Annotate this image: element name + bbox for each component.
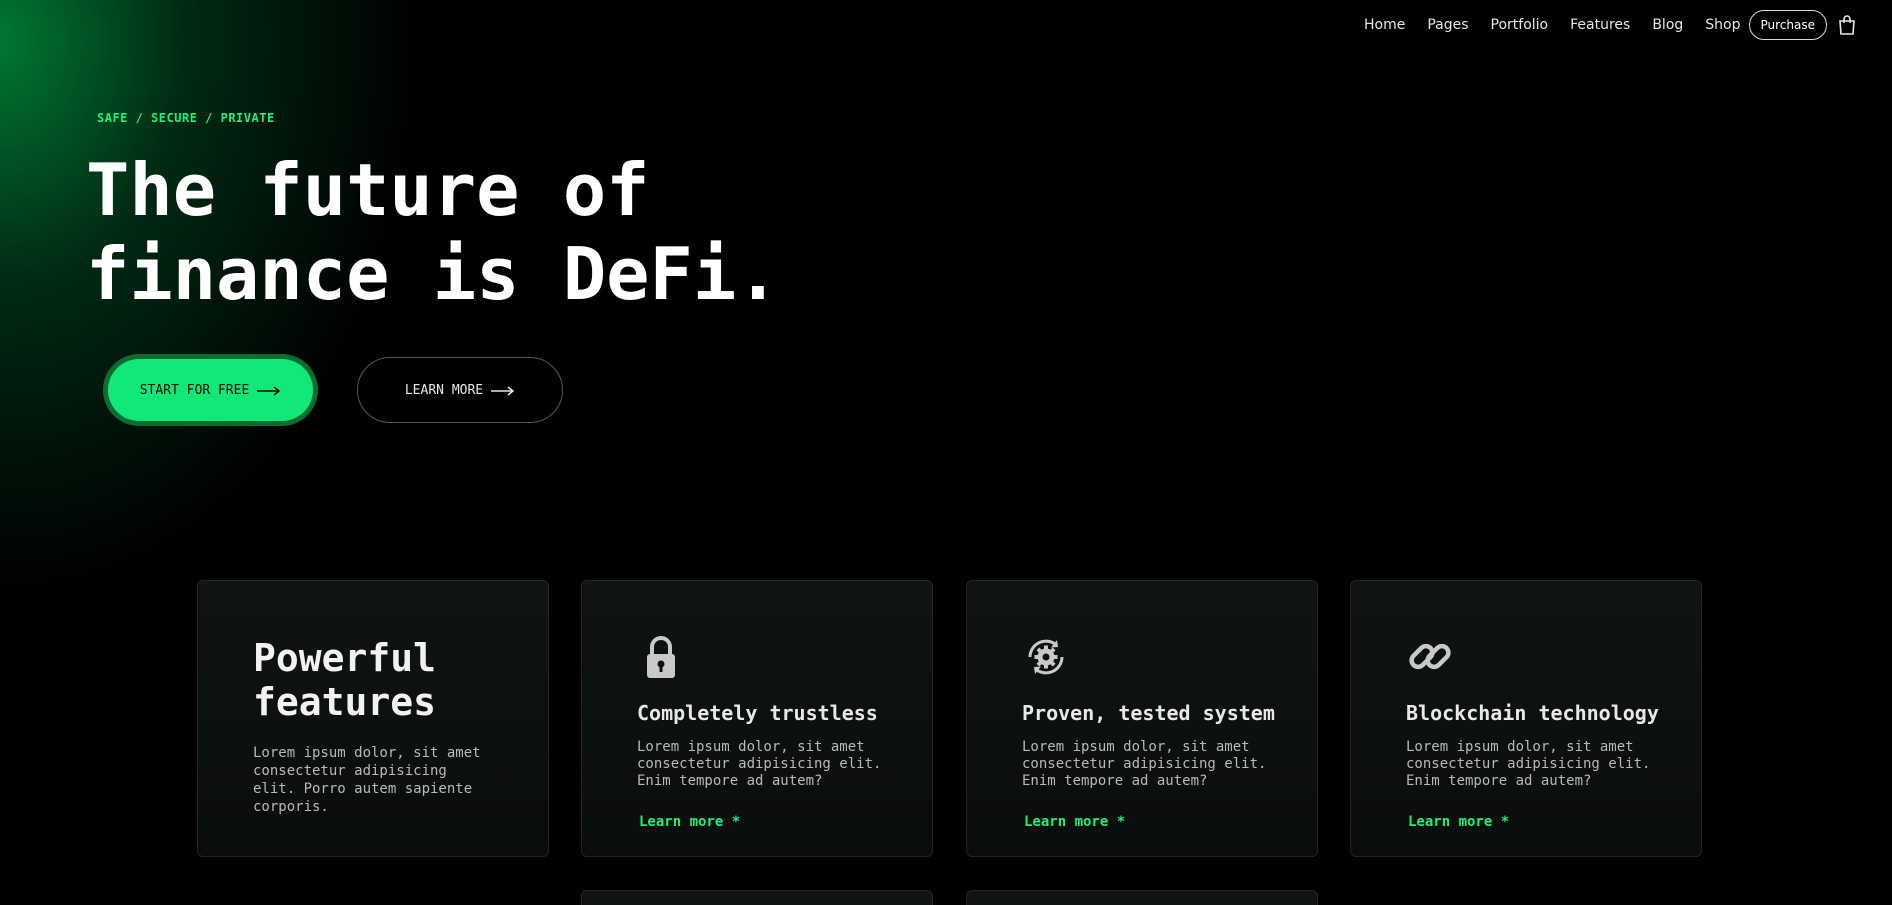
purchase-button[interactable]: Purchase [1748, 10, 1827, 40]
features-heading-line2: features [253, 680, 437, 724]
landing-page: Home Pages Portfolio Features Blog Shop … [0, 0, 1892, 905]
lock-icon [637, 633, 685, 681]
feature-card-partial [581, 890, 933, 905]
learn-more-button[interactable]: LEARN MORE [357, 357, 563, 423]
learn-more-link[interactable]: Learn more * [1408, 814, 1509, 830]
hero-title-line1: The future of [86, 148, 650, 232]
feature-card-trustless: Completely trustless Lorem ipsum dolor, … [581, 580, 933, 857]
features-description: Lorem ipsum dolor, sit amet consectetur … [253, 745, 481, 815]
start-for-free-button-face: START FOR FREE [108, 359, 313, 421]
hero-title-line2: finance is DeFi. [86, 232, 780, 316]
learn-more-link[interactable]: Learn more * [639, 814, 740, 830]
feature-card-description: Lorem ipsum dolor, sit amet consectetur … [1406, 739, 1651, 789]
start-for-free-button[interactable]: START FOR FREE [103, 354, 318, 426]
nav-blog[interactable]: Blog [1652, 17, 1683, 33]
arrow-right-icon [257, 385, 281, 396]
learn-more-label: LEARN MORE [404, 382, 484, 398]
start-for-free-label: START FOR FREE [139, 382, 250, 398]
features-heading-line1: Powerful [253, 636, 437, 680]
feature-card-blockchain: Blockchain technology Lorem ipsum dolor,… [1350, 580, 1702, 857]
top-nav: Home Pages Portfolio Features Blog Shop … [1364, 10, 1856, 40]
features-heading: Powerful features [253, 636, 513, 724]
feature-card-title: Completely trustless [637, 701, 878, 725]
feature-card-partial [966, 890, 1318, 905]
features-intro-card: Powerful features Lorem ipsum dolor, sit… [197, 580, 549, 857]
learn-more-link[interactable]: Learn more * [1024, 814, 1125, 830]
feature-card-description: Lorem ipsum dolor, sit amet consectetur … [637, 739, 882, 789]
nav-home[interactable]: Home [1364, 17, 1405, 33]
arrow-right-icon [491, 385, 515, 396]
feature-card-title: Blockchain technology [1406, 701, 1659, 725]
nav-pages[interactable]: Pages [1427, 17, 1468, 33]
feature-card-title: Proven, tested system [1022, 701, 1275, 725]
nav-portfolio[interactable]: Portfolio [1491, 17, 1549, 33]
shopping-bag-icon[interactable] [1838, 15, 1856, 35]
chain-link-icon [1406, 633, 1454, 681]
hero-title: The future of finance is DeFi. [86, 148, 846, 316]
feature-card-tested: Proven, tested system Lorem ipsum dolor,… [966, 580, 1318, 857]
hero-tagline: SAFE / SECURE / PRIVATE [97, 111, 275, 125]
feature-card-description: Lorem ipsum dolor, sit amet consectetur … [1022, 739, 1267, 789]
nav-shop[interactable]: Shop [1705, 17, 1740, 33]
gear-refresh-icon [1022, 633, 1070, 681]
nav-features[interactable]: Features [1570, 17, 1630, 33]
